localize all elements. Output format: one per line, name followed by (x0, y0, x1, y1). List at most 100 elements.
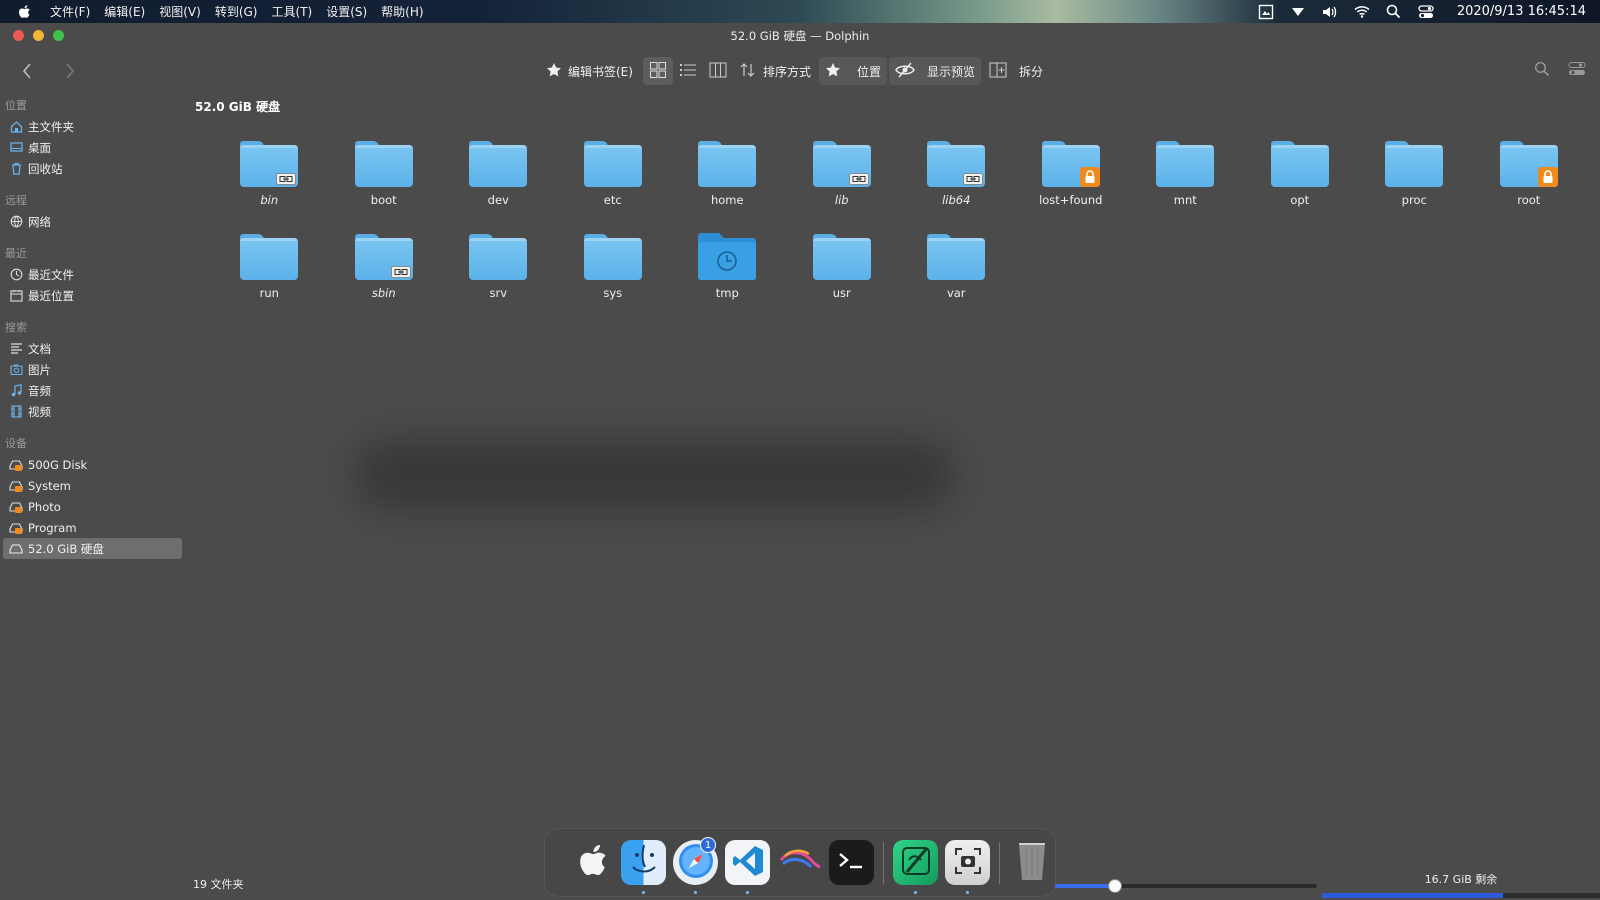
folder-item[interactable]: opt (1243, 139, 1358, 213)
folder-icon (469, 232, 528, 280)
sidebar-item-videos[interactable]: 视频 (3, 401, 182, 422)
columns-view-button[interactable] (703, 57, 733, 85)
folder-name: sys (603, 286, 623, 300)
folder-icon (927, 232, 986, 280)
sidebar-item-network[interactable]: 网络 (3, 211, 182, 232)
wifi-icon[interactable] (1353, 4, 1371, 20)
folder-item[interactable]: usr (785, 232, 900, 306)
folder-item[interactable]: lib64 (899, 139, 1014, 213)
folder-item[interactable]: home (670, 139, 785, 213)
location-button[interactable]: 位置 (818, 57, 887, 85)
dock-terminal[interactable] (829, 840, 874, 885)
folder-icon (927, 139, 986, 187)
menu-view[interactable]: 视图(V) (152, 3, 208, 20)
screenshot-icon[interactable] (1257, 4, 1275, 20)
sidebar-item-audio[interactable]: 音频 (3, 380, 182, 401)
menu-tools[interactable]: 工具(T) (264, 3, 319, 20)
symlink-icon (276, 173, 297, 185)
sidebar-item-52gib-disk[interactable]: 52.0 GiB 硬盘 (3, 538, 182, 559)
notification-badge: 1 (700, 837, 716, 853)
folder-item[interactable]: etc (556, 139, 671, 213)
preview-eye-icon (895, 62, 915, 81)
volume-icon[interactable] (1321, 4, 1339, 20)
folder-item[interactable]: tmp (670, 232, 785, 306)
titlebar[interactable]: 52.0 GiB 硬盘 — Dolphin (0, 23, 1600, 48)
dock-kali[interactable] (777, 840, 822, 885)
folder-item[interactable]: var (899, 232, 1014, 306)
sidebar-item-system[interactable]: System (3, 475, 182, 496)
folder-icon (1499, 139, 1558, 187)
folder-item[interactable]: sbin (327, 232, 442, 306)
folder-item[interactable]: boot (327, 139, 442, 213)
dock-editor[interactable] (893, 840, 938, 894)
document-icon (9, 342, 23, 356)
icon-view-button[interactable] (642, 57, 673, 85)
edit-bookmark-button[interactable]: 编辑书签(E) (540, 57, 639, 85)
sidebar-item-recent-locations[interactable]: 最近位置 (3, 285, 182, 306)
sort-button[interactable]: 排序方式 (733, 57, 817, 85)
zoom-slider[interactable] (1055, 879, 1317, 893)
menu-control-icon[interactable] (1568, 61, 1586, 80)
folder-item[interactable]: lib (785, 139, 900, 213)
sidebar-item-documents[interactable]: 文档 (3, 338, 182, 359)
sidebar-item-home[interactable]: 主文件夹 (3, 116, 182, 137)
sidebar-item-label: Program (28, 520, 77, 535)
folder-item[interactable]: lost+found (1014, 139, 1129, 213)
sidebar-item-label: Photo (28, 499, 61, 514)
sidebar-item-recent-files[interactable]: 最近文件 (3, 264, 182, 285)
music-icon (9, 384, 23, 398)
sidebar-item-images[interactable]: 图片 (3, 359, 182, 380)
dock-finder[interactable] (621, 840, 666, 894)
apple-menu-icon[interactable] (15, 3, 33, 21)
details-view-button[interactable] (673, 57, 703, 85)
menu-file[interactable]: 文件(F) (43, 3, 97, 20)
sidebar-item-trash[interactable]: 回收站 (3, 158, 182, 179)
sidebar-item-program[interactable]: Program (3, 517, 182, 538)
desktop-icon (9, 141, 23, 155)
folder-item[interactable]: bin (212, 139, 327, 213)
sidebar-item-photo[interactable]: Photo (3, 496, 182, 517)
folder-item[interactable]: root (1472, 139, 1587, 213)
show-preview-button[interactable]: 显示预览 (888, 57, 981, 85)
sidebar-item-label: 主文件夹 (28, 119, 74, 134)
sidebar-item-label: 桌面 (28, 140, 51, 155)
control-center-icon[interactable] (1417, 4, 1435, 20)
folder-item[interactable]: run (212, 232, 327, 306)
folder-name: lib64 (942, 193, 971, 207)
dropdown-icon[interactable] (1289, 4, 1307, 20)
file-grid: bin boot dev etc home lib lib64 lost+found mnt op… (212, 139, 1586, 306)
folder-item[interactable]: srv (441, 232, 556, 306)
forward-button[interactable] (59, 60, 81, 82)
split-button[interactable]: 拆分 (983, 57, 1049, 85)
dock-apple[interactable] (569, 840, 614, 885)
split-icon (989, 61, 1007, 82)
drive-icon (9, 479, 23, 493)
folder-item[interactable]: proc (1357, 139, 1472, 213)
dock-browser[interactable]: 1 (673, 837, 718, 894)
sidebar-item-desktop[interactable]: 桌面 (3, 137, 182, 158)
folder-count: 19 文件夹 (193, 878, 244, 891)
calendar-icon (9, 289, 23, 303)
back-button[interactable] (16, 60, 38, 82)
file-view[interactable]: 52.0 GiB 硬盘 bin boot dev etc home lib lib64 los… (185, 95, 1600, 900)
trash-icon (9, 162, 23, 176)
menu-go[interactable]: 转到(G) (208, 3, 265, 20)
dock-vscode[interactable] (725, 840, 770, 894)
folder-item[interactable]: dev (441, 139, 556, 213)
menu-help[interactable]: 帮助(H) (374, 3, 430, 20)
folder-name: home (710, 193, 744, 207)
sidebar-item-label: 图片 (28, 362, 51, 377)
search-icon[interactable] (1385, 4, 1403, 20)
folder-item[interactable]: sys (556, 232, 671, 306)
dock-screenshot[interactable] (945, 840, 990, 894)
menu-edit[interactable]: 编辑(E) (97, 3, 152, 20)
search-button-icon[interactable] (1534, 61, 1550, 80)
menu-settings[interactable]: 设置(S) (319, 3, 374, 20)
folder-item[interactable]: mnt (1128, 139, 1243, 213)
sidebar-item-label: 音频 (28, 383, 51, 398)
clock[interactable]: 2020/9/13 16:45:14 (1457, 4, 1586, 19)
location-breadcrumb[interactable]: 52.0 GiB 硬盘 (195, 98, 280, 115)
free-space-indicator[interactable]: 16.7 GiB 剩余 (1322, 870, 1600, 898)
dock-trash[interactable] (1009, 840, 1054, 885)
sidebar-item-500g-disk[interactable]: 500G Disk (3, 454, 182, 475)
